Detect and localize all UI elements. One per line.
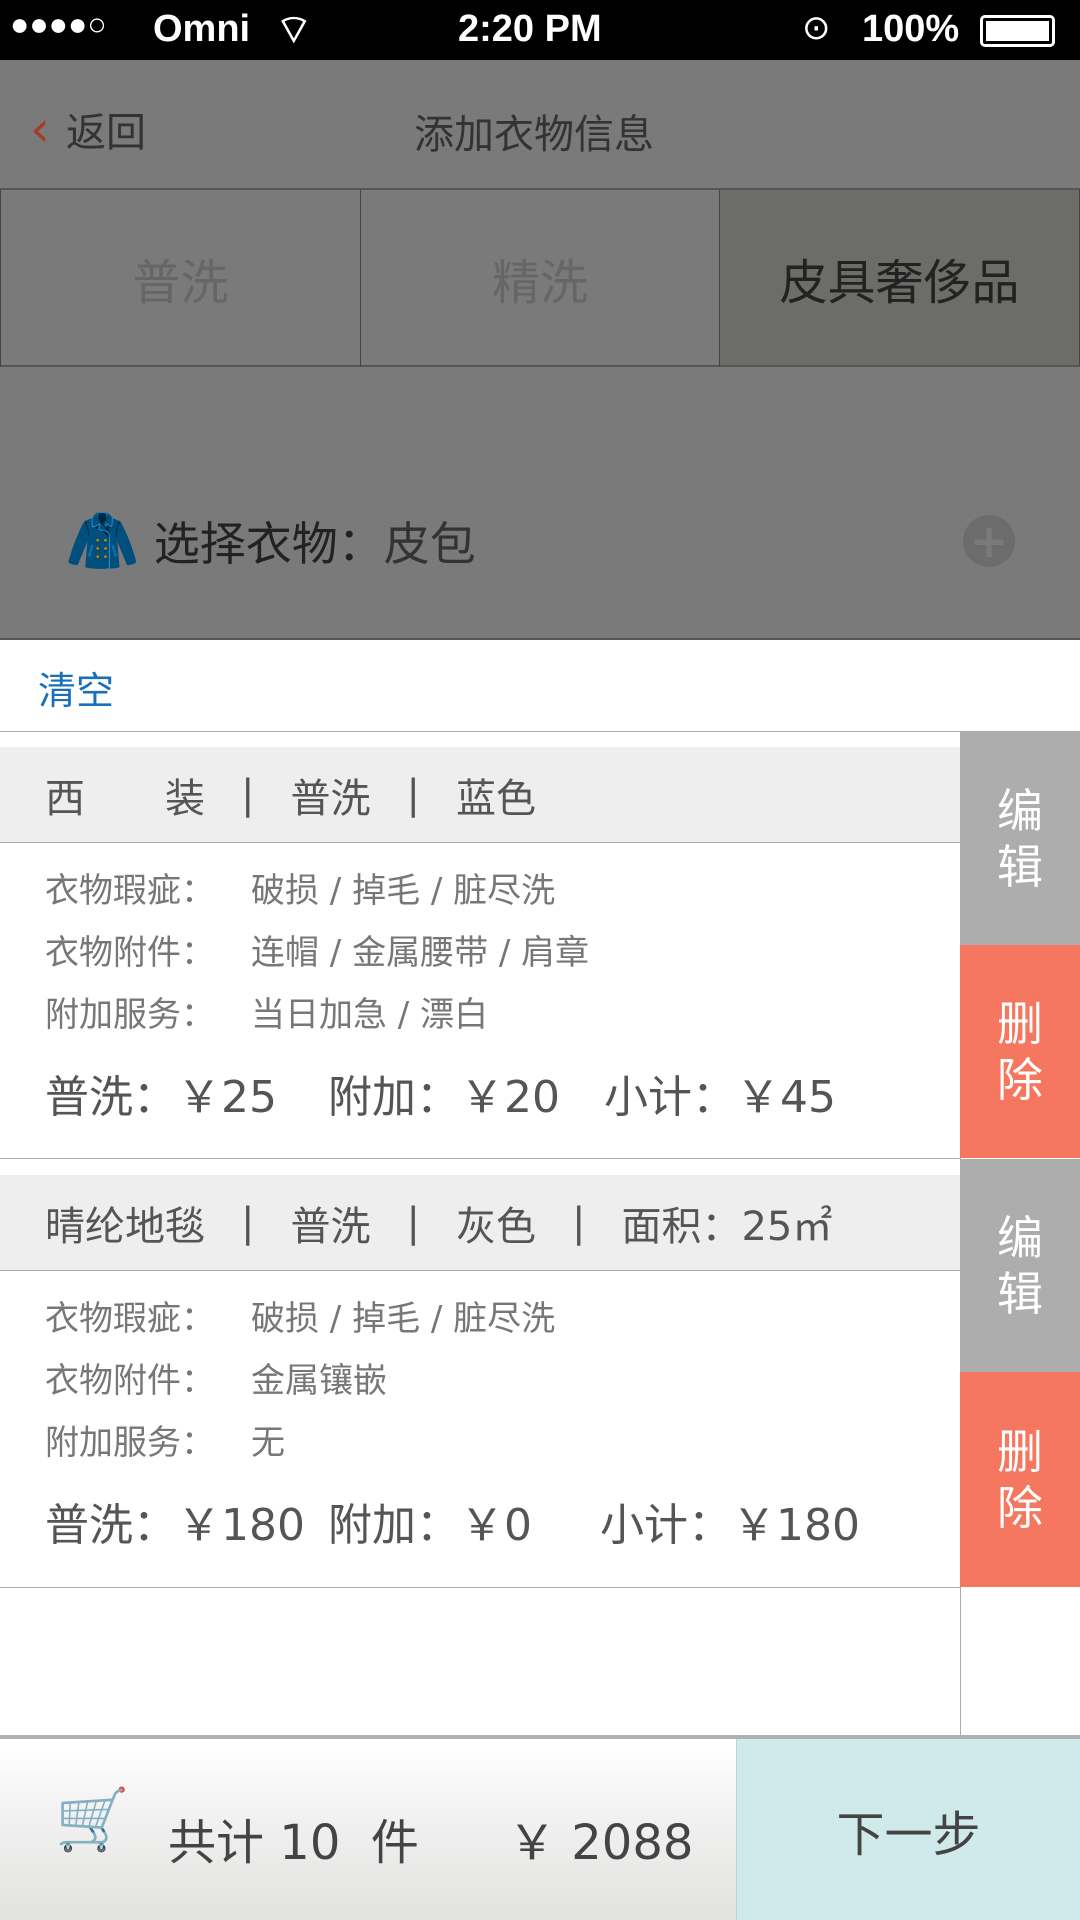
- clock: 2:20 PM: [458, 8, 602, 50]
- cart-summary: 🛒 共计 10 件 ￥ 2088: [0, 1739, 736, 1920]
- item-defects: 衣物瑕疵： 破损 / 掉毛 / 脏尽洗: [45, 1299, 556, 1339]
- item-defects: 衣物瑕疵： 破损 / 掉毛 / 脏尽洗: [45, 871, 556, 911]
- delete-button[interactable]: 删除: [960, 1372, 1080, 1587]
- item-color: 蓝色: [455, 775, 536, 822]
- status-bar: ●●●●○ Omni ⌔ 2:20 PM ⊙ 100%: [0, 0, 1080, 60]
- carrier: Omni: [153, 8, 251, 50]
- add-icon[interactable]: +: [963, 515, 1015, 567]
- item-subtotal: 小计：￥45: [604, 1072, 836, 1123]
- item-accessories: 衣物附件： 连帽 / 金属腰带 / 肩章: [45, 933, 590, 973]
- item-wash-type: 普洗: [290, 1203, 371, 1250]
- divider: [0, 1587, 960, 1588]
- tab-fine-wash[interactable]: 精洗: [361, 190, 720, 367]
- select-value: 皮包: [383, 516, 476, 571]
- item-base-price: 普洗：￥25: [45, 1072, 277, 1123]
- nav-bar: ‹ 返回 添加衣物信息: [0, 60, 1080, 190]
- edit-button[interactable]: 编辑: [960, 732, 1080, 945]
- battery-percent: 100%: [862, 8, 960, 50]
- delete-button[interactable]: 删除: [960, 945, 1080, 1158]
- item-extra-price: 附加：￥0: [328, 1500, 532, 1551]
- item-name: 晴纶地毯: [45, 1203, 205, 1250]
- edit-button[interactable]: 编辑: [960, 1159, 1080, 1372]
- total-amount: ￥ 2088: [508, 1815, 694, 1871]
- item-header: 西 装 | 普洗 | 蓝色: [0, 747, 960, 843]
- select-label: 选择衣物：: [153, 516, 384, 571]
- item-accessories: 衣物附件： 金属镶嵌: [45, 1361, 387, 1401]
- tab-leather-luxury[interactable]: 皮具奢侈品: [720, 190, 1080, 367]
- cart-add-icon: 🛒: [55, 1785, 130, 1855]
- tab-regular-wash[interactable]: 普洗: [0, 190, 361, 367]
- item-base-price: 普洗：￥180: [45, 1500, 305, 1551]
- item-subtotal: 小计：￥180: [600, 1500, 860, 1551]
- item-color: 灰色: [455, 1203, 536, 1250]
- signal-icon: ●●●●○: [10, 6, 107, 42]
- divider: [0, 638, 1080, 640]
- divider: [0, 731, 1080, 732]
- item-name: 西 装: [45, 775, 205, 822]
- item-extra-price: 附加：￥20: [328, 1072, 560, 1123]
- item-wash-type: 普洗: [290, 775, 371, 822]
- item-area: 面积：25㎡: [621, 1203, 833, 1250]
- coat-icon: 🧥: [65, 506, 140, 576]
- item-services: 附加服务： 当日加急 / 漂白: [45, 995, 489, 1035]
- divider: [0, 1158, 960, 1159]
- item-header: 晴纶地毯 | 普洗 | 灰色 | 面积：25㎡: [0, 1175, 960, 1271]
- clear-button[interactable]: 清空: [38, 660, 114, 715]
- item-services: 附加服务：无: [45, 1423, 285, 1463]
- wifi-icon: ⌔: [275, 8, 313, 52]
- select-clothing-row[interactable]: 🧥 选择衣物： 皮包: [65, 505, 476, 576]
- battery-icon: [980, 15, 1055, 47]
- page-title: 添加衣物信息: [414, 112, 654, 158]
- next-step-button[interactable]: 下一步: [736, 1739, 1080, 1920]
- rotation-lock-icon: ⊙: [802, 9, 831, 47]
- total-count: 共计 10 件: [168, 1815, 419, 1871]
